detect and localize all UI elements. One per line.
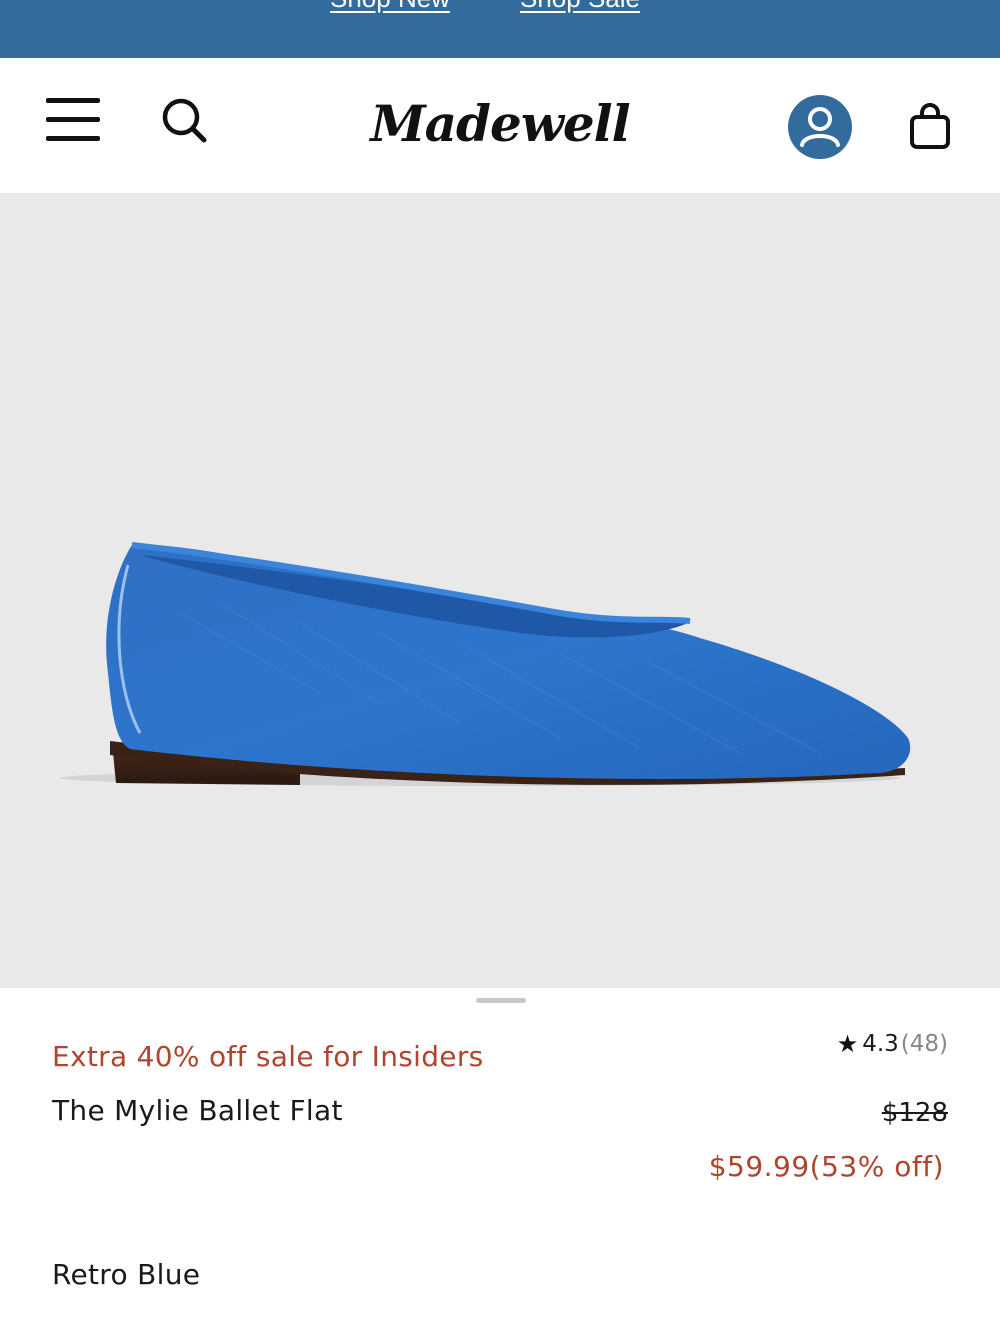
insider-promo-text: Extra 40% off sale for Insiders xyxy=(52,1040,484,1073)
selected-color-name: Retro Blue xyxy=(52,1258,201,1291)
ballet-flat-illustration xyxy=(60,542,911,786)
search-icon[interactable] xyxy=(160,96,208,144)
promo-bar: Shop New Shop Sale xyxy=(0,0,1000,58)
original-price: $128 xyxy=(881,1098,948,1128)
account-icon[interactable] xyxy=(787,94,853,160)
star-icon: ★ xyxy=(836,1030,859,1058)
product-image[interactable] xyxy=(0,193,1000,988)
sale-price: $59.99(53% off) xyxy=(708,1150,944,1183)
madewell-logo[interactable]: Madewell xyxy=(370,84,630,164)
site-header: Madewell xyxy=(0,58,1000,193)
carousel-indicator[interactable] xyxy=(476,998,526,1003)
bag-icon[interactable] xyxy=(906,102,954,150)
product-title: The Mylie Ballet Flat xyxy=(52,1094,343,1127)
menu-icon[interactable] xyxy=(46,98,100,142)
product-rating[interactable]: ★ 4.3 (48) xyxy=(837,1030,948,1058)
rating-value: 4.3 xyxy=(862,1031,899,1057)
shop-sale-link[interactable]: Shop Sale xyxy=(520,0,640,14)
review-count[interactable]: (48) xyxy=(901,1031,948,1057)
shop-new-link[interactable]: Shop New xyxy=(330,0,450,14)
